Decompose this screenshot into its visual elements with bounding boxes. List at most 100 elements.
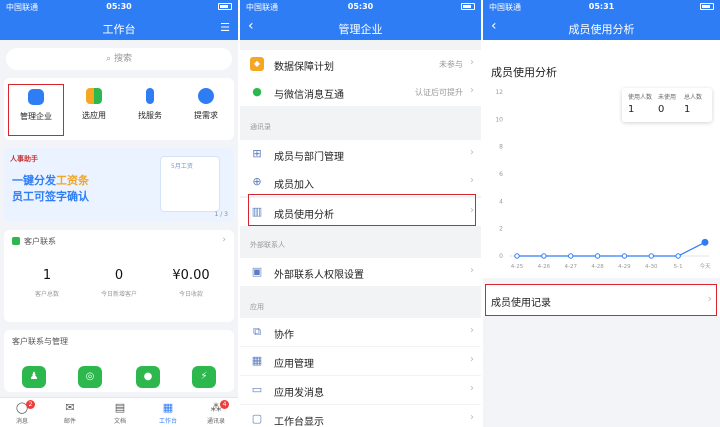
- moments-app-icon[interactable]: ◎: [78, 366, 102, 388]
- app-manage-icon: ▦: [251, 354, 263, 367]
- workbench-icon: ▦: [162, 401, 174, 414]
- data-point[interactable]: [621, 253, 628, 259]
- chevron-right-icon: ›: [470, 383, 474, 394]
- chat-icon: ◯: [15, 401, 29, 414]
- tab-docs[interactable]: ▤ 文档: [100, 401, 140, 425]
- customer-contact-card[interactable]: 客户联系 › 1 客户总数 0 今日新增客户 ¥0.00 今日收款: [4, 230, 234, 322]
- data-point[interactable]: [514, 253, 520, 259]
- choose-app-button[interactable]: 选应用: [66, 84, 122, 136]
- x-tick-label: 4-28: [591, 264, 604, 270]
- chevron-right-icon: ›: [470, 412, 474, 423]
- x-tick-label: 4-30: [645, 264, 658, 270]
- manage-company-screen: 中国联通 05:30 ‹ 管理企业 ◆ 数据保障计划 未参与 › ● 与微信消息…: [240, 0, 481, 427]
- member-dept-row[interactable]: ⊞ 成员与部门管理 ›: [240, 140, 481, 168]
- data-protection-row[interactable]: ◆ 数据保障计划 未参与 ›: [240, 50, 481, 78]
- mgmt-header: 客户联系与管理: [12, 337, 68, 346]
- data-point[interactable]: [701, 238, 709, 246]
- workbench-screen: 中国联通 05:30 工作台 ☰ ⌕ 搜索 管理企业 选应用 找服务 提需求 人…: [0, 0, 238, 427]
- apps-grid-icon: [86, 88, 102, 104]
- clock: 05:30: [347, 2, 374, 11]
- data-point[interactable]: [648, 253, 654, 259]
- highlight-box: [485, 284, 717, 316]
- workbench-display-row[interactable]: ▢ 工作台显示 ›: [240, 405, 481, 427]
- status-bar: 中国联通 05:30: [240, 0, 481, 14]
- app-message-row[interactable]: ▭ 应用发消息 ›: [240, 376, 481, 404]
- data-point[interactable]: [541, 253, 547, 259]
- chevron-right-icon: ›: [470, 175, 474, 186]
- banner-tag: 人事助手: [10, 155, 38, 163]
- contacts-icon: ⁂: [210, 401, 222, 414]
- tab-workbench[interactable]: ▦ 工作台: [148, 401, 188, 425]
- chevron-right-icon: ›: [222, 235, 226, 245]
- usage-line-chart: 0 2 4 6 8 10 12 4-25 4-26 4-27 4-28 4-29 4-30 5-1 今天: [495, 89, 711, 270]
- search-icon: ⌕: [106, 54, 114, 64]
- find-service-button[interactable]: 找服务: [122, 84, 178, 136]
- chevron-right-icon: ›: [470, 85, 474, 96]
- unread-badge: 2: [26, 400, 35, 409]
- tab-bar: ◯ 2 消息 ✉ 邮件 ▤ 文档 ▦ 工作台 ⁂ 4 通讯录: [0, 397, 238, 427]
- section-external: 外部联系人: [250, 241, 285, 249]
- x-tick-label: 4-25: [511, 264, 524, 270]
- necktie-icon: [146, 88, 154, 104]
- external-permission-row[interactable]: ▣ 外部联系人权限设置 ›: [240, 258, 481, 286]
- chevron-right-icon: ›: [470, 325, 474, 336]
- chevron-right-icon: ›: [470, 57, 474, 68]
- data-point[interactable]: [568, 253, 574, 259]
- x-tick-label: 4-26: [538, 264, 551, 270]
- submit-request-button[interactable]: 提需求: [178, 84, 234, 136]
- page-title: 管理企业: [338, 23, 383, 36]
- tab-messages[interactable]: ◯ 2 消息: [2, 400, 42, 425]
- add-member-icon: ⊕: [252, 175, 262, 188]
- y-tick-label: 4: [499, 198, 503, 205]
- collab-icon: ⧉: [253, 325, 261, 338]
- y-tick-label: 10: [495, 116, 503, 123]
- x-tick-label: 4-27: [564, 264, 577, 270]
- x-tick-label: 4-29: [618, 264, 631, 270]
- banner-subline: 员工可签字确认: [12, 190, 89, 203]
- tab-contacts[interactable]: ⁂ 4 通讯录: [196, 400, 236, 425]
- usage-chart-card: 成员使用分析 使用人数 1 未使用 0 总人数 1 0 2 4 6 8 10 12 4-25 4…: [483, 40, 720, 278]
- battery-icon: [218, 3, 232, 10]
- contacts-app-icon[interactable]: ♟: [22, 366, 46, 388]
- manage-company-button[interactable]: 管理企业: [8, 84, 64, 136]
- doc-icon: ▤: [114, 401, 126, 414]
- mail-icon: ✉: [65, 401, 75, 414]
- wechat-interop-row[interactable]: ● 与微信消息互通 认证后可提升 ›: [240, 78, 481, 106]
- message-icon: ▭: [251, 383, 263, 396]
- tab-mail[interactable]: ✉ 邮件: [50, 401, 90, 425]
- data-point[interactable]: [594, 253, 601, 259]
- collab-row[interactable]: ⧉ 协作 ›: [240, 318, 481, 346]
- wechat-icon: ●: [252, 85, 262, 98]
- flash-app-icon[interactable]: ⚡: [192, 366, 216, 388]
- y-tick-label: 8: [499, 144, 503, 151]
- shield-icon: ◆: [250, 57, 264, 71]
- settings-icon[interactable]: ☰: [220, 21, 230, 34]
- clock: 05:30: [106, 2, 132, 11]
- nav-bar: 工作台 ☰: [0, 14, 238, 40]
- app-manage-row[interactable]: ▦ 应用管理 ›: [240, 347, 481, 375]
- customer-management-card: 客户联系与管理 ♟ ◎ ● ⚡: [4, 330, 234, 392]
- page-title: 成员使用分析: [568, 23, 635, 36]
- drops-icon: [198, 88, 214, 104]
- member-join-row[interactable]: ⊕ 成员加入 ›: [240, 168, 481, 196]
- battery-icon: [461, 3, 475, 10]
- y-tick-label: 12: [495, 89, 503, 96]
- banner-headline: 一键分发工资条: [12, 174, 89, 187]
- clock: 05:31: [588, 2, 615, 11]
- hexagon-icon: [28, 89, 44, 105]
- status-bar: 中国联通 05:30: [0, 0, 238, 14]
- chat-app-icon[interactable]: ●: [136, 366, 160, 388]
- section-apps: 应用: [250, 303, 264, 311]
- unread-badge: 4: [220, 400, 229, 409]
- nav-bar: ‹ 管理企业: [240, 14, 481, 40]
- y-tick-label: 2: [499, 226, 503, 233]
- data-point[interactable]: [675, 253, 681, 259]
- payroll-banner[interactable]: 人事助手 一键分发工资条 员工可签字确认 5月工资 1 / 3: [4, 148, 234, 222]
- quick-actions: 管理企业 选应用 找服务 提需求: [4, 78, 234, 140]
- stat-new-customers: 0 今日新增客户: [100, 268, 137, 298]
- search-input[interactable]: ⌕ 搜索: [6, 48, 232, 70]
- stat-total-customers: 1 客户总数: [34, 268, 59, 298]
- crm-icon: [12, 237, 20, 245]
- x-tick-label: 5-1: [674, 264, 683, 270]
- nav-bar: ‹ 成员使用分析: [483, 14, 720, 40]
